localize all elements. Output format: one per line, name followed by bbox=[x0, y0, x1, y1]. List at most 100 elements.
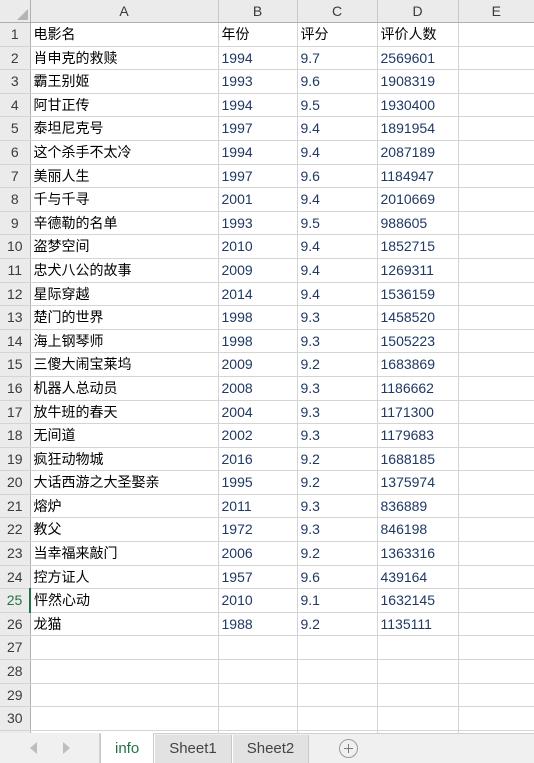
sheet-row[interactable]: 7 美丽人生 1997 9.6 1184947 bbox=[0, 164, 534, 189]
cell-B30[interactable] bbox=[218, 706, 298, 731]
row-header-23[interactable]: 23 bbox=[0, 541, 31, 566]
cell-A20[interactable]: 大话西游之大圣娶亲 bbox=[30, 470, 219, 495]
cell-A23[interactable]: 当幸福来敲门 bbox=[30, 541, 219, 566]
cell-E20[interactable] bbox=[458, 470, 534, 495]
cell-A26[interactable]: 龙猫 bbox=[30, 612, 219, 637]
cell-E1[interactable] bbox=[458, 22, 534, 47]
cell-A30[interactable] bbox=[30, 706, 219, 731]
cell-B4[interactable]: 1994 bbox=[218, 93, 298, 118]
cell-D2[interactable]: 2569601 bbox=[377, 46, 459, 71]
cell-D1[interactable]: 评价人数 bbox=[377, 22, 459, 47]
cell-C12[interactable]: 9.4 bbox=[297, 282, 378, 307]
cell-C20[interactable]: 9.2 bbox=[297, 470, 378, 495]
cell-E22[interactable] bbox=[458, 517, 534, 543]
row-header-7[interactable]: 7 bbox=[0, 164, 31, 189]
sheet-row[interactable]: 26 龙猫 1988 9.2 1135111 bbox=[0, 612, 534, 637]
cell-D18[interactable]: 1179683 bbox=[377, 423, 459, 448]
cell-C4[interactable]: 9.5 bbox=[297, 93, 378, 118]
cell-C22[interactable]: 9.3 bbox=[297, 517, 378, 543]
sheet-tabs[interactable]: info Sheet1 Sheet2 bbox=[100, 733, 310, 763]
row-header-30[interactable]: 30 bbox=[0, 706, 31, 731]
cell-B25[interactable]: 2010 bbox=[218, 588, 298, 613]
column-header-b[interactable]: B bbox=[218, 0, 298, 23]
sheet-row[interactable]: 3 霸王别姬 1993 9.6 1908319 bbox=[0, 69, 534, 94]
cell-E8[interactable] bbox=[458, 187, 534, 212]
cell-B5[interactable]: 1997 bbox=[218, 116, 298, 141]
sheet-row[interactable]: 29 bbox=[0, 683, 534, 708]
cell-A11[interactable]: 忠犬八公的故事 bbox=[30, 258, 219, 283]
cell-A5[interactable]: 泰坦尼克号 bbox=[30, 116, 219, 141]
cell-D11[interactable]: 1269311 bbox=[377, 258, 459, 283]
cell-E27[interactable] bbox=[458, 635, 534, 661]
cell-A2[interactable]: 肖申克的救赎 bbox=[30, 46, 219, 71]
cell-D3[interactable]: 1908319 bbox=[377, 69, 459, 94]
row-header-12[interactable]: 12 bbox=[0, 282, 31, 307]
cell-C6[interactable]: 9.4 bbox=[297, 140, 378, 165]
cell-D15[interactable]: 1683869 bbox=[377, 352, 459, 377]
row-header-25[interactable]: 25 bbox=[0, 588, 31, 613]
sheet-row[interactable]: 14 海上钢琴师 1998 9.3 1505223 bbox=[0, 329, 534, 354]
cell-B2[interactable]: 1994 bbox=[218, 46, 298, 71]
cell-B3[interactable]: 1993 bbox=[218, 69, 298, 94]
cell-C7[interactable]: 9.6 bbox=[297, 164, 378, 189]
column-header-c[interactable]: C bbox=[297, 0, 378, 23]
cell-A21[interactable]: 熔炉 bbox=[30, 494, 219, 519]
sheet-row[interactable]: 1 电影名 年份 评分 评价人数 bbox=[0, 22, 534, 47]
cell-C30[interactable] bbox=[297, 706, 378, 731]
cell-B21[interactable]: 2011 bbox=[218, 494, 298, 519]
column-header-a[interactable]: A bbox=[30, 0, 219, 23]
cell-D20[interactable]: 1375974 bbox=[377, 470, 459, 495]
sheet-row[interactable]: 5 泰坦尼克号 1997 9.4 1891954 bbox=[0, 116, 534, 141]
cell-A18[interactable]: 无间道 bbox=[30, 423, 219, 448]
cell-C10[interactable]: 9.4 bbox=[297, 234, 378, 259]
cell-E28[interactable] bbox=[458, 659, 534, 684]
cell-E25[interactable] bbox=[458, 588, 534, 613]
sheet-tab-sheet2[interactable]: Sheet2 bbox=[231, 735, 310, 763]
cell-A13[interactable]: 楚门的世界 bbox=[30, 305, 219, 330]
cell-C17[interactable]: 9.3 bbox=[297, 400, 378, 425]
cell-D30[interactable] bbox=[377, 706, 459, 731]
cell-E6[interactable] bbox=[458, 140, 534, 165]
cell-D27[interactable] bbox=[377, 635, 459, 661]
sheet-row[interactable]: 30 bbox=[0, 706, 534, 731]
spreadsheet-grid[interactable]: ABCDE 1 电影名 年份 评分 评价人数 2 肖申克的救赎 1994 9.7 2569601 3… bbox=[0, 0, 534, 733]
cell-D9[interactable]: 988605 bbox=[377, 211, 459, 236]
cell-E4[interactable] bbox=[458, 93, 534, 118]
sheet-row[interactable]: 25 怦然心动 2010 9.1 1632145 bbox=[0, 588, 534, 613]
cell-B28[interactable] bbox=[218, 659, 298, 684]
cell-B18[interactable]: 2002 bbox=[218, 423, 298, 448]
row-header-10[interactable]: 10 bbox=[0, 234, 31, 259]
row-header-20[interactable]: 20 bbox=[0, 470, 31, 495]
cell-A28[interactable] bbox=[30, 659, 219, 684]
sheet-tab-info[interactable]: info bbox=[100, 733, 155, 763]
cell-D13[interactable]: 1458520 bbox=[377, 305, 459, 330]
cell-C26[interactable]: 9.2 bbox=[297, 612, 378, 637]
cell-B17[interactable]: 2004 bbox=[218, 400, 298, 425]
cell-E9[interactable] bbox=[458, 211, 534, 236]
column-header-d[interactable]: D bbox=[377, 0, 459, 23]
row-header-6[interactable]: 6 bbox=[0, 140, 31, 165]
sheet-row[interactable]: 17 放牛班的春天 2004 9.3 1171300 bbox=[0, 400, 534, 425]
cell-A14[interactable]: 海上钢琴师 bbox=[30, 329, 219, 354]
cell-E30[interactable] bbox=[458, 706, 534, 731]
cell-C8[interactable]: 9.4 bbox=[297, 187, 378, 212]
row-header-24[interactable]: 24 bbox=[0, 565, 31, 590]
cell-E15[interactable] bbox=[458, 352, 534, 377]
row-header-15[interactable]: 15 bbox=[0, 352, 31, 377]
cell-B13[interactable]: 1998 bbox=[218, 305, 298, 330]
add-sheet-button[interactable] bbox=[325, 733, 371, 763]
cell-B1[interactable]: 年份 bbox=[218, 22, 298, 47]
sheet-row[interactable]: 2 肖申克的救赎 1994 9.7 2569601 bbox=[0, 46, 534, 71]
sheet-row[interactable]: 13 楚门的世界 1998 9.3 1458520 bbox=[0, 305, 534, 330]
cell-D29[interactable] bbox=[377, 683, 459, 708]
cell-C19[interactable]: 9.2 bbox=[297, 447, 378, 472]
cell-A19[interactable]: 疯狂动物城 bbox=[30, 447, 219, 472]
row-header-18[interactable]: 18 bbox=[0, 423, 31, 448]
cell-A8[interactable]: 千与千寻 bbox=[30, 187, 219, 212]
cell-A27[interactable] bbox=[30, 635, 219, 661]
sheet-row[interactable]: 24 控方证人 1957 9.6 439164 bbox=[0, 565, 534, 590]
cell-B7[interactable]: 1997 bbox=[218, 164, 298, 189]
cell-E26[interactable] bbox=[458, 612, 534, 637]
cell-C2[interactable]: 9.7 bbox=[297, 46, 378, 71]
cell-C21[interactable]: 9.3 bbox=[297, 494, 378, 519]
